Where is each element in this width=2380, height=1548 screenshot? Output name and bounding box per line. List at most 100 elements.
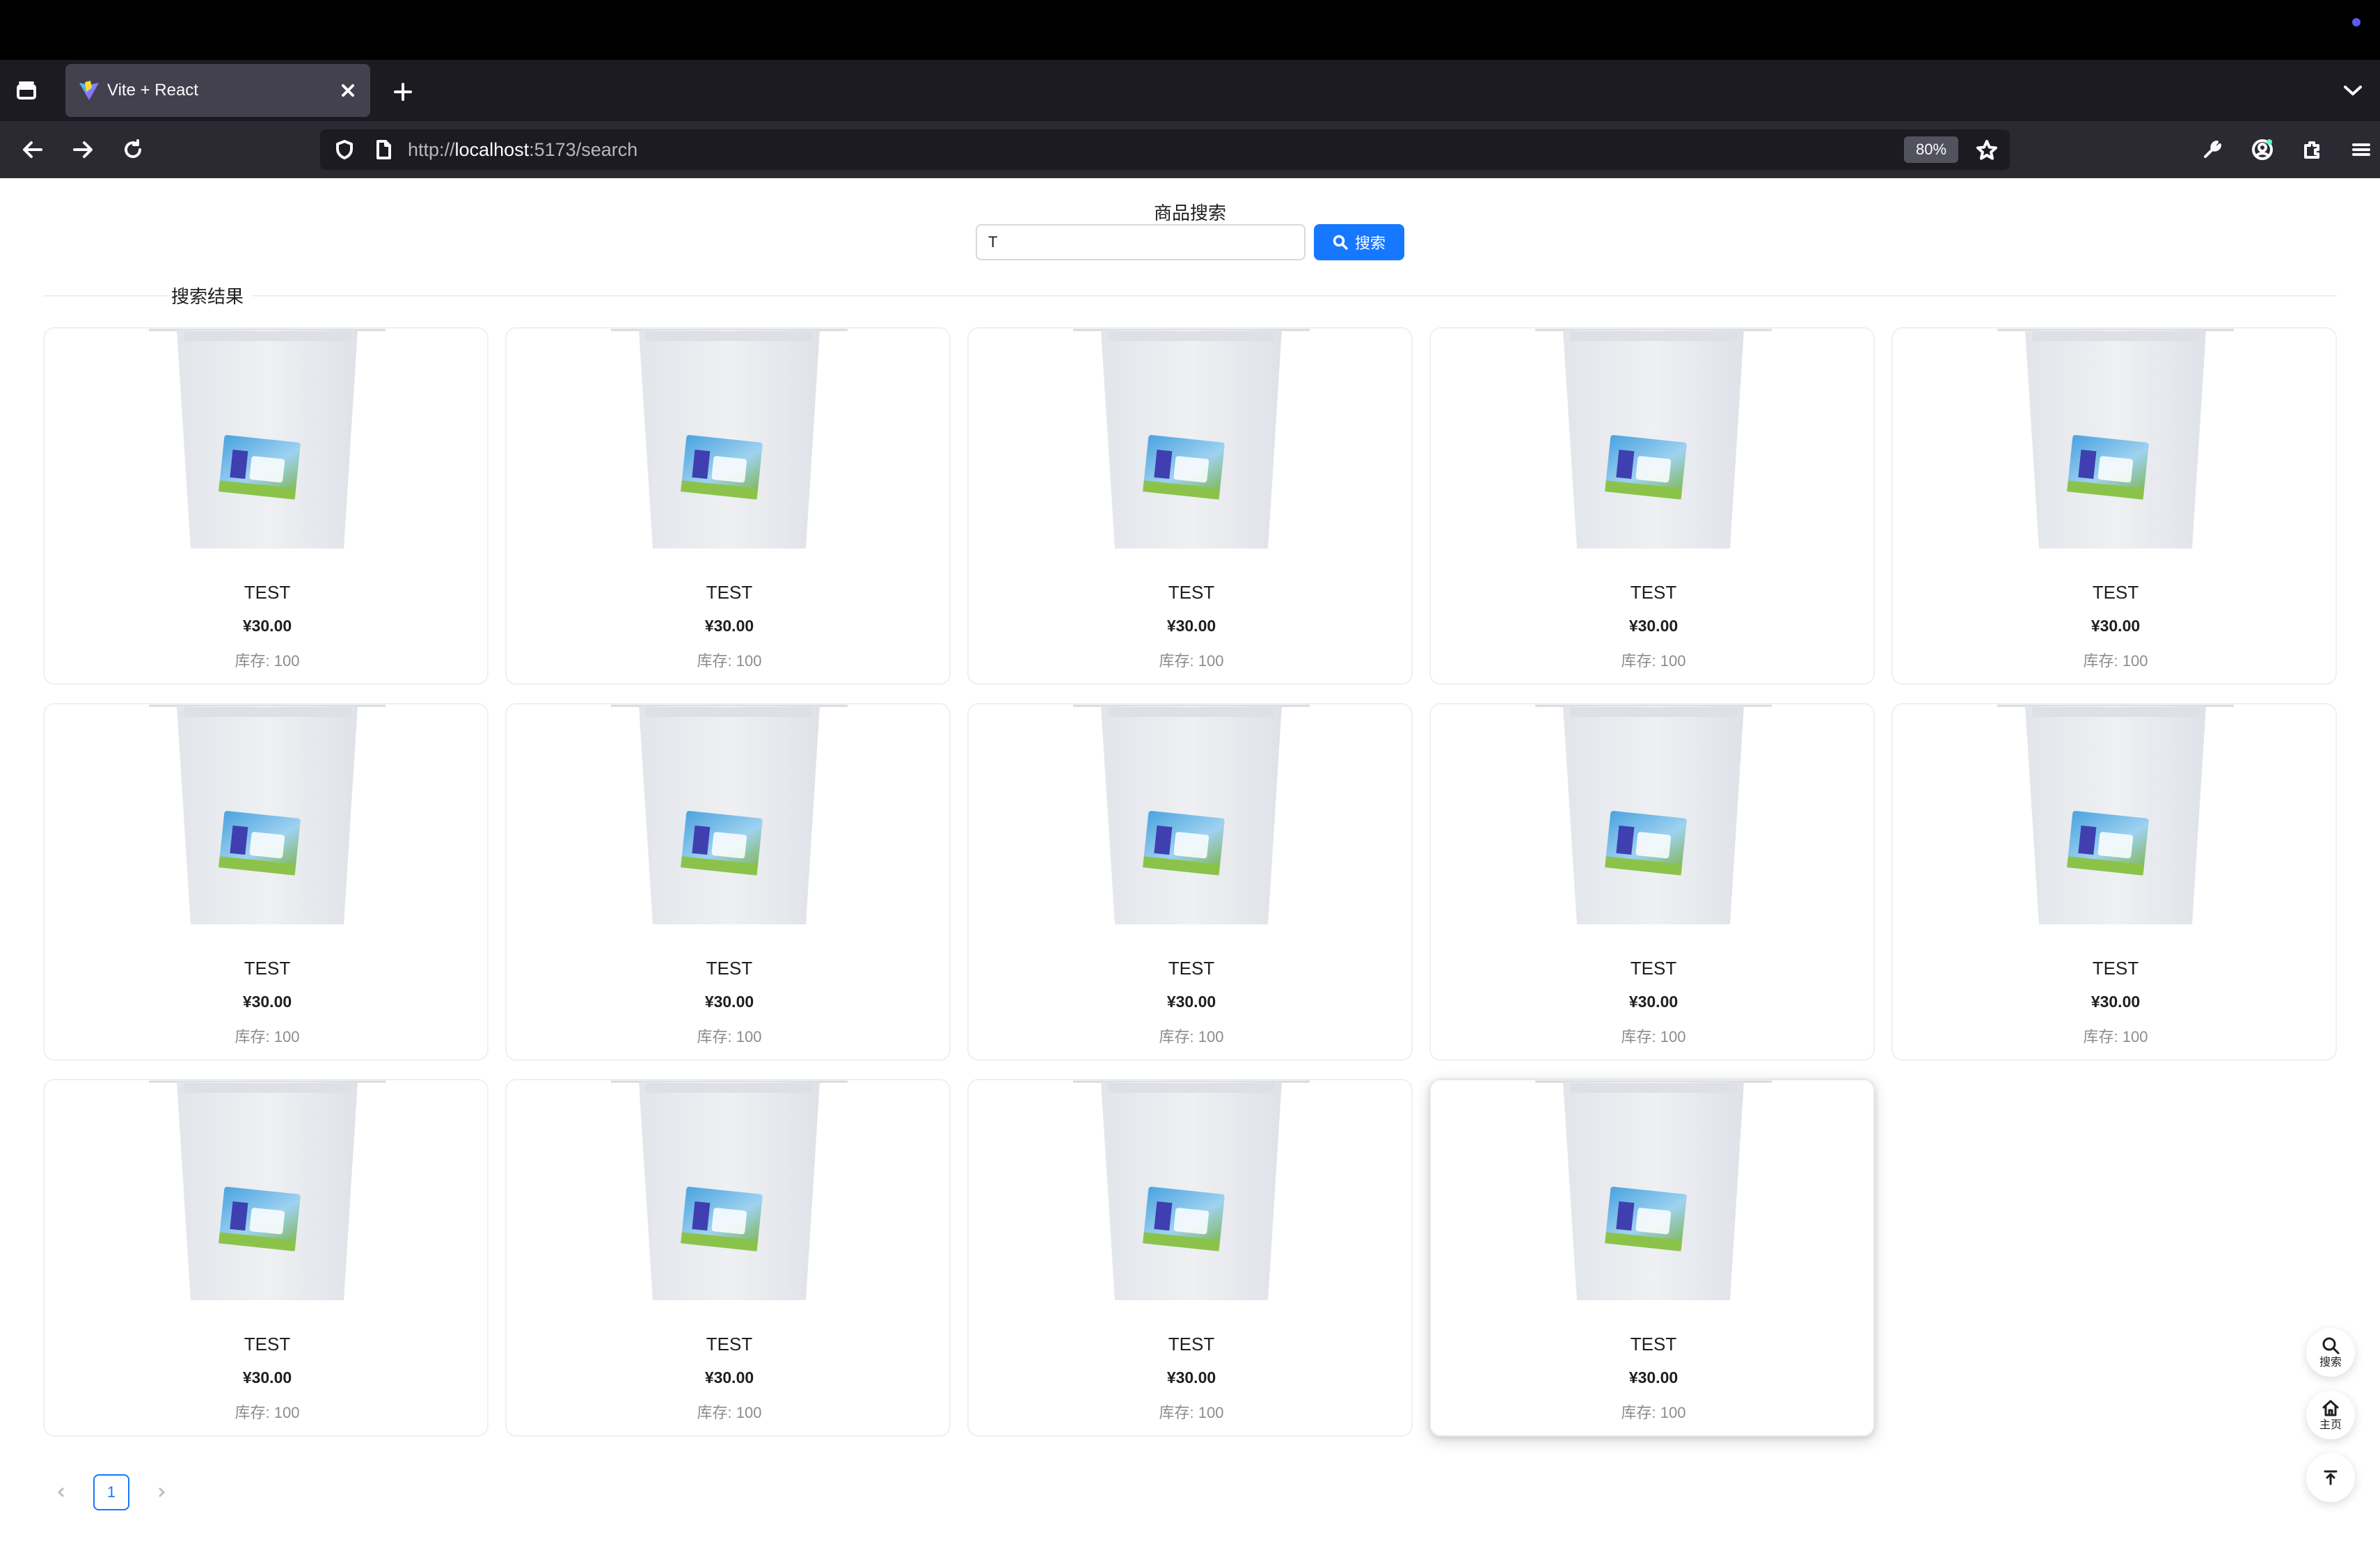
product-stock: 库存: 100 [235,1404,300,1421]
chevron-left-icon [57,1487,65,1498]
product-price: ¥30.00 [1166,993,1216,1011]
product-card[interactable]: TEST ¥30.00 库存: 100 [505,327,951,685]
bookmark-button[interactable] [1974,137,2000,164]
status-dot-icon [2352,18,2361,26]
product-name: TEST [1630,958,1677,979]
search-icon [2322,1337,2340,1354]
tab-list-icon [17,81,36,100]
product-price: ¥30.00 [242,1368,292,1387]
float-search-label: 搜索 [2319,1357,2342,1368]
tab-strip: Vite + React [0,60,2380,121]
product-card[interactable]: TEST ¥30.00 库存: 100 [43,327,489,685]
address-bar[interactable]: http://localhost:5173/search 80% [320,129,2010,170]
product-name: TEST [244,582,291,603]
tracking-protection-button[interactable] [333,138,356,161]
reload-icon [125,139,141,158]
product-image [507,329,949,548]
product-card[interactable]: TEST ¥30.00 库存: 100 [1429,703,1875,1061]
product-price: ¥30.00 [242,617,292,635]
product-price: ¥30.00 [2091,617,2141,635]
product-price: ¥30.00 [1628,617,1679,635]
product-name: TEST [2092,582,2139,603]
search-input[interactable] [976,224,1306,260]
product-card[interactable]: TEST ¥30.00 库存: 100 [1891,327,2337,685]
forward-button[interactable] [65,134,100,166]
product-price: ¥30.00 [704,1368,754,1387]
product-card[interactable]: TEST ¥30.00 库存: 100 [1429,1079,1875,1437]
star-icon [1976,140,1997,160]
site-info-button[interactable] [372,138,395,161]
product-card[interactable]: TEST ¥30.00 库存: 100 [1429,327,1875,685]
product-stock: 库存: 100 [235,1028,300,1045]
page-icon [376,140,391,159]
product-price: ¥30.00 [1628,1368,1679,1387]
product-card[interactable]: TEST ¥30.00 库存: 100 [43,1079,489,1437]
shield-icon [336,140,353,159]
prev-page-button[interactable] [49,1474,74,1510]
product-image [45,704,487,924]
product-price: ¥30.00 [704,993,754,1011]
back-to-top-button[interactable] [2306,1453,2355,1502]
product-name: TEST [706,1334,753,1354]
product-stock: 库存: 100 [1159,652,1224,670]
float-search-button[interactable]: 搜索 [2306,1328,2355,1377]
product-image [507,704,949,924]
back-button[interactable] [15,134,50,166]
product-price: ¥30.00 [1628,993,1679,1011]
extensions-button[interactable] [2296,134,2329,166]
home-icon [2322,1400,2339,1416]
product-stock: 库存: 100 [1159,1028,1224,1045]
product-card[interactable]: TEST ¥30.00 库存: 100 [967,1079,1413,1437]
product-card[interactable]: TEST ¥30.00 库存: 100 [1891,703,2337,1061]
product-stock: 库存: 100 [1159,1404,1224,1421]
url-scheme: http:// [408,139,455,160]
close-tab-button[interactable] [335,78,360,103]
product-image [1431,704,1873,924]
product-image [1431,329,1873,548]
product-name: TEST [706,958,753,979]
product-card[interactable]: TEST ¥30.00 库存: 100 [967,327,1413,685]
product-price: ¥30.00 [2091,993,2141,1011]
product-card[interactable]: TEST ¥30.00 库存: 100 [505,703,951,1061]
product-name: TEST [1168,1334,1215,1354]
url-host: localhost [454,139,530,160]
page-content: 商品搜索 搜索 搜索结果 TEST ¥30.00 库存: 100 TEST ¥30.00… [0,178,2380,1548]
product-name: TEST [1168,582,1215,603]
product-stock: 库存: 100 [697,1404,762,1421]
product-name: TEST [706,582,753,603]
float-home-button[interactable]: 主页 [2306,1391,2355,1439]
wrench-icon [2204,141,2221,158]
navigation-bar: http://localhost:5173/search 80% [0,121,2380,178]
url-text[interactable]: http://localhost:5173/search [408,138,637,161]
developer-tools-button[interactable] [2196,134,2228,166]
url-path: :5173/search [529,139,638,160]
product-card[interactable]: TEST ¥30.00 库存: 100 [505,1079,951,1437]
tab-list-button[interactable] [11,75,42,106]
chevron-down-icon [2344,86,2362,95]
tab-vite-react[interactable]: Vite + React [65,64,370,117]
page-number-current[interactable]: 1 [93,1474,129,1510]
new-tab-button[interactable] [386,77,420,107]
product-stock: 库存: 100 [2083,652,2148,670]
product-stock: 库存: 100 [1621,1028,1686,1045]
product-card[interactable]: TEST ¥30.00 库存: 100 [967,703,1413,1061]
app-menu-button[interactable] [2345,134,2377,166]
next-page-button[interactable] [149,1474,174,1510]
search-button-label: 搜索 [1354,235,1386,252]
back-to-top-icon [2324,1470,2338,1485]
reload-button[interactable] [116,134,150,166]
zoom-level-badge[interactable]: 80% [1904,136,1958,163]
product-image [1893,704,2335,924]
product-name: TEST [1168,958,1215,979]
product-stock: 库存: 100 [697,652,762,670]
product-card[interactable]: TEST ¥30.00 库存: 100 [43,703,489,1061]
list-all-tabs-button[interactable] [2335,75,2370,106]
account-button[interactable] [2246,134,2278,166]
results-divider [43,295,2337,297]
results-grid: TEST ¥30.00 库存: 100 TEST ¥30.00 库存: 100 TEST ¥3… [43,327,2337,1437]
chevron-right-icon [158,1487,166,1498]
account-icon [2252,139,2273,160]
forward-arrow-icon [73,141,93,158]
product-price: ¥30.00 [704,617,754,635]
search-button[interactable]: 搜索 [1314,224,1404,260]
